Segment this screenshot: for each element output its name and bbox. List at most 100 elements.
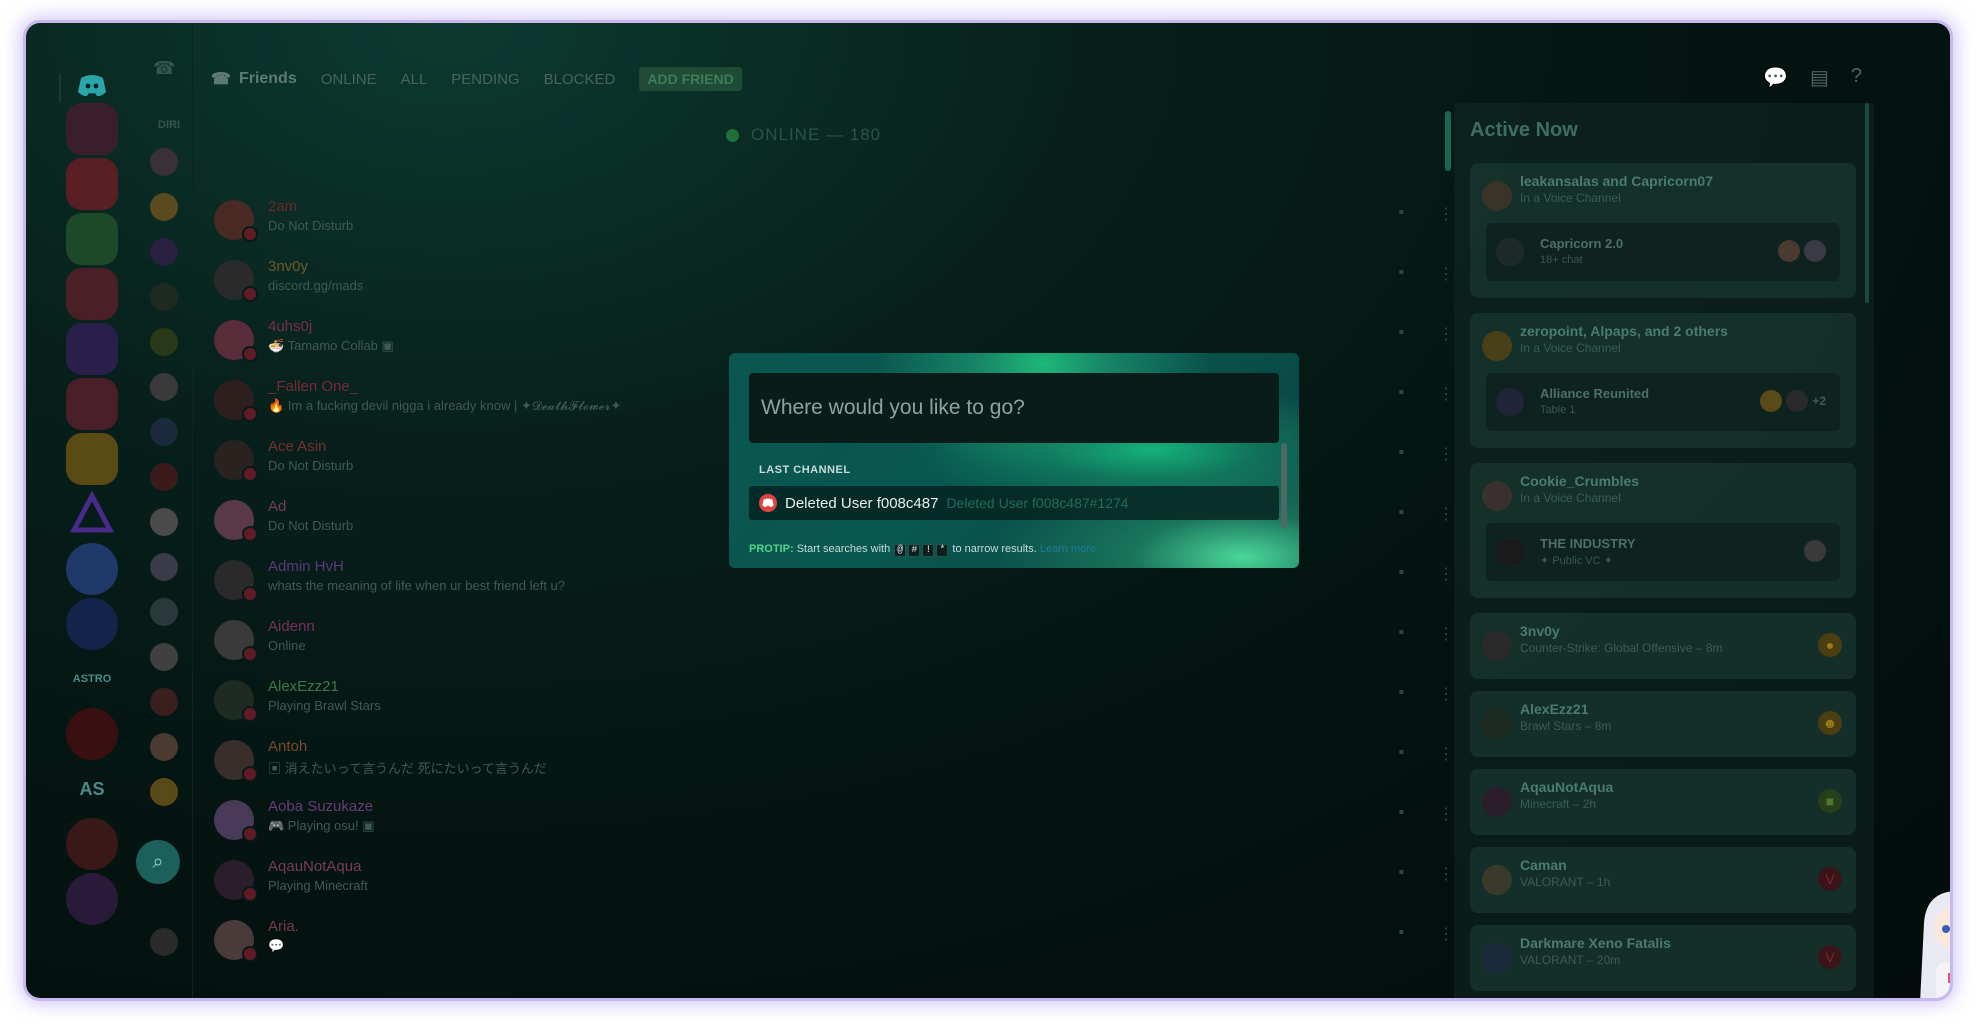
tab-all[interactable]: ALL — [401, 71, 428, 88]
avatar — [1482, 787, 1512, 817]
message-icon[interactable]: ▪ — [1398, 204, 1404, 224]
voice-channel[interactable]: Alliance Reunited Table 1 +2 — [1486, 373, 1840, 431]
guild-icon[interactable] — [66, 433, 118, 485]
dm-avatar[interactable] — [150, 508, 178, 536]
message-icon[interactable]: ▪ — [1398, 384, 1404, 404]
message-icon[interactable]: ▪ — [1398, 264, 1404, 284]
guild-icon[interactable] — [66, 378, 118, 430]
more-icon[interactable]: ⋮ — [1438, 804, 1454, 824]
friend-row[interactable]: AqauNotAqua Playing Minecraft ▪ ⋮ — [214, 854, 1454, 912]
message-icon[interactable]: ▪ — [1398, 564, 1404, 584]
voice-channel[interactable]: THE INDUSTRY ✦ Public VC ✦ — [1486, 523, 1840, 581]
guild-text-icon[interactable]: ASTRO — [66, 653, 118, 705]
game-card[interactable]: AqauNotAqua Minecraft – 2h ■ — [1470, 769, 1856, 835]
game-card[interactable]: 3nv0y Counter-Strike: Global Offensive –… — [1470, 613, 1856, 679]
friend-row[interactable]: Antoh ▣ 消えたいって言うんだ 死にたいって言うんだ ▪ ⋮ — [214, 734, 1454, 792]
guild-icon[interactable] — [66, 488, 118, 540]
message-icon[interactable]: ▪ — [1398, 684, 1404, 704]
dm-avatar[interactable] — [150, 643, 178, 671]
more-icon[interactable]: ⋮ — [1438, 264, 1454, 284]
dm-avatar[interactable] — [150, 373, 178, 401]
message-icon[interactable]: ▪ — [1398, 444, 1404, 464]
tab-online[interactable]: ONLINE — [321, 71, 377, 88]
more-icon[interactable]: ⋮ — [1438, 504, 1454, 524]
active-card[interactable]: Cookie_Crumbles In a Voice Channel THE I… — [1470, 463, 1856, 598]
more-icon[interactable]: ⋮ — [1438, 324, 1454, 344]
message-icon[interactable]: ▪ — [1398, 504, 1404, 524]
more-icon[interactable]: ⋮ — [1438, 384, 1454, 404]
voice-channel[interactable]: Capricorn 2.0 18+ chat — [1486, 223, 1840, 281]
card-sub: Minecraft – 2h — [1520, 797, 1597, 811]
dm-avatar[interactable] — [150, 598, 178, 626]
dm-avatar[interactable] — [150, 778, 178, 806]
dm-avatar[interactable] — [150, 193, 178, 221]
search-icon[interactable]: ⌕ — [136, 840, 180, 884]
friend-status: Do Not Disturb — [268, 218, 354, 233]
list-scrollbar[interactable] — [1445, 111, 1451, 171]
more-icon[interactable]: ⋮ — [1438, 684, 1454, 704]
dm-avatar[interactable] — [150, 463, 178, 491]
more-icon[interactable]: ⋮ — [1438, 924, 1454, 944]
learn-more-link[interactable]: Learn more — [1040, 543, 1096, 555]
guild-icon[interactable] — [66, 268, 118, 320]
guild-icon[interactable] — [66, 323, 118, 375]
dm-avatar[interactable] — [150, 238, 178, 266]
results-scrollbar[interactable] — [1281, 443, 1287, 528]
dm-avatar[interactable] — [150, 148, 178, 176]
friends-icon[interactable]: ☎ — [153, 58, 175, 79]
channel-sub: ✦ Public VC ✦ — [1540, 555, 1613, 567]
tab-pending[interactable]: PENDING — [451, 71, 519, 88]
guild-text-icon[interactable]: AS — [66, 763, 118, 815]
dm-avatar[interactable] — [150, 283, 178, 311]
dm-avatar[interactable] — [150, 418, 178, 446]
new-group-dm-icon[interactable]: 💬 — [1763, 65, 1788, 90]
dm-avatar[interactable] — [150, 328, 178, 356]
guild-icon[interactable] — [66, 873, 118, 925]
more-icon[interactable]: ⋮ — [1438, 204, 1454, 224]
active-card[interactable]: zeropoint, Alpaps, and 2 others In a Voi… — [1470, 313, 1856, 448]
quick-switcher-input[interactable] — [749, 373, 1279, 443]
dm-avatar[interactable] — [150, 733, 178, 761]
guild-icon[interactable] — [66, 708, 118, 760]
friend-row[interactable]: Aoba Suzukaze 🎮 Playing osu! ▣ ▪ ⋮ — [214, 794, 1454, 852]
guild-icon[interactable] — [66, 213, 118, 265]
quick-switcher-modal: LAST CHANNEL Deleted User f008c487 Delet… — [729, 353, 1299, 568]
guild-icon[interactable] — [66, 598, 118, 650]
game-card[interactable]: AlexEzz21 Brawl Stars – 8m ☻ — [1470, 691, 1856, 757]
status-badge — [242, 706, 258, 722]
more-icon[interactable]: ⋮ — [1438, 624, 1454, 644]
inbox-icon[interactable]: ▤ — [1810, 65, 1829, 90]
last-channel-item[interactable]: Deleted User f008c487 Deleted User f008c… — [749, 486, 1279, 520]
more-icon[interactable]: ⋮ — [1438, 744, 1454, 764]
protip-label: PROTIP: — [749, 543, 794, 555]
friend-row[interactable]: 3nv0y discord.gg/mads ▪ ⋮ — [214, 254, 1454, 312]
dm-avatar[interactable] — [150, 688, 178, 716]
game-card[interactable]: Darkmare Xeno Fatalis VALORANT – 20m V — [1470, 925, 1856, 991]
tab-blocked[interactable]: BLOCKED — [544, 71, 616, 88]
friend-row[interactable]: 2am Do Not Disturb ▪ ⋮ — [214, 194, 1454, 252]
dm-avatar[interactable] — [150, 553, 178, 581]
channel-user-name: Deleted User f008c487 — [785, 494, 939, 512]
dm-avatar[interactable] — [150, 928, 178, 956]
message-icon[interactable]: ▪ — [1398, 924, 1404, 944]
guild-icon[interactable] — [66, 543, 118, 595]
friend-row[interactable]: AlexEzz21 Playing Brawl Stars ▪ ⋮ — [214, 674, 1454, 732]
message-icon[interactable]: ▪ — [1398, 864, 1404, 884]
active-card[interactable]: leakansalas and Capricorn07 In a Voice C… — [1470, 163, 1856, 298]
more-icon[interactable]: ⋮ — [1438, 864, 1454, 884]
friend-row[interactable]: Aidenn Online ▪ ⋮ — [214, 614, 1454, 672]
panel-scrollbar[interactable] — [1865, 103, 1869, 303]
friend-row[interactable]: Aria. 💬 ▪ ⋮ — [214, 914, 1454, 972]
message-icon[interactable]: ▪ — [1398, 624, 1404, 644]
more-icon[interactable]: ⋮ — [1438, 444, 1454, 464]
guild-icon[interactable] — [66, 158, 118, 210]
add-friend-button[interactable]: ADD FRIEND — [639, 67, 742, 91]
message-icon[interactable]: ▪ — [1398, 804, 1404, 824]
message-icon[interactable]: ▪ — [1398, 744, 1404, 764]
more-icon[interactable]: ⋮ — [1438, 564, 1454, 584]
guild-icon[interactable] — [66, 103, 118, 155]
message-icon[interactable]: ▪ — [1398, 324, 1404, 344]
game-card[interactable]: Caman VALORANT – 1h V — [1470, 847, 1856, 913]
guild-icon[interactable] — [66, 818, 118, 870]
help-icon[interactable]: ? — [1851, 65, 1862, 90]
